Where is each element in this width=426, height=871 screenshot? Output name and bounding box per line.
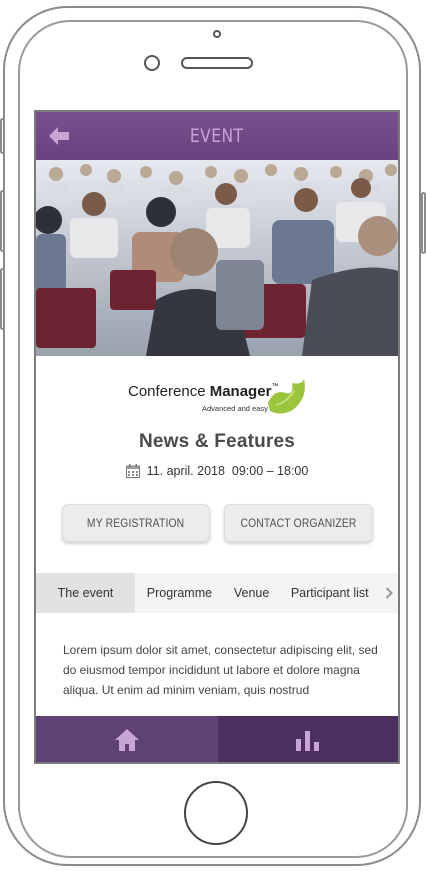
my-registration-button[interactable]: MY REGISTRATION	[62, 504, 210, 542]
proximity-sensor	[213, 30, 221, 38]
earpiece-speaker	[181, 57, 253, 69]
bar-chart-icon	[296, 731, 319, 751]
event-date: 11. april. 2018 09:00 – 18:00	[146, 464, 309, 478]
volume-up-button	[0, 190, 5, 252]
event-description: Lorem ipsum dolor sit amet, consectetur …	[63, 643, 378, 697]
logo-name-regular: Conference	[128, 383, 210, 400]
home-hardware-button[interactable]	[184, 781, 248, 845]
tab-participant-list[interactable]: Participant list	[279, 573, 380, 613]
event-title: News & Features	[138, 431, 296, 452]
volume-down-button	[0, 268, 5, 330]
top-bar: EVENT	[36, 112, 398, 160]
mute-switch	[0, 118, 5, 154]
nav-home-button[interactable]	[36, 716, 218, 762]
logo-wordmark: Conference Manager™	[128, 383, 278, 400]
bottom-navigation	[36, 716, 398, 762]
logo-tagline: Advanced and easy	[202, 404, 268, 413]
nav-statistics-button[interactable]	[218, 716, 398, 762]
tab-the-event[interactable]: The event	[36, 573, 135, 613]
chevron-right-icon[interactable]	[380, 587, 398, 599]
calendar-icon	[125, 464, 140, 478]
event-tabs: The event Programme Venue Participant li…	[36, 573, 398, 613]
logo-name-bold: Manager	[209, 383, 272, 400]
home-icon	[115, 729, 139, 751]
conference-manager-logo: Conference Manager™ Advanced and easy	[128, 375, 318, 419]
contact-organizer-label: CONTACT ORGANIZER	[240, 516, 357, 530]
app-screen: EVENT Conference Manager™ Advanced and e…	[34, 110, 400, 764]
tab-programme[interactable]: Programme	[135, 573, 224, 613]
arrow-left-icon[interactable]	[46, 124, 72, 148]
tab-venue[interactable]: Venue	[224, 573, 279, 613]
my-registration-label: MY REGISTRATION	[87, 516, 185, 530]
green-brush-icon	[268, 379, 305, 414]
page-title: EVENT	[190, 125, 244, 147]
event-date-row: 11. april. 2018 09:00 – 18:00	[36, 464, 398, 478]
front-camera	[144, 55, 160, 71]
conference-audience-photo	[36, 160, 398, 356]
contact-organizer-button[interactable]: CONTACT ORGANIZER	[224, 504, 373, 542]
power-button	[421, 192, 426, 254]
